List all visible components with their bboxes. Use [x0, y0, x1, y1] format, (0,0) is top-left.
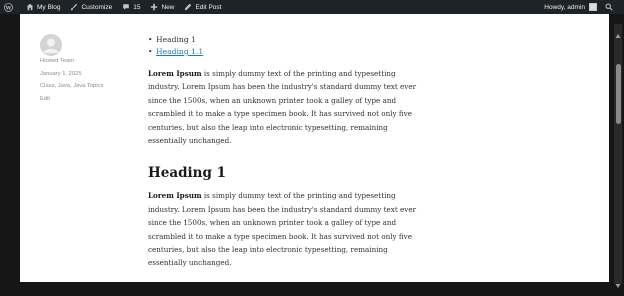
- paragraph-line: is simply dummy text of the printing and…: [201, 69, 396, 78]
- toc-item-link[interactable]: Heading 1.1: [156, 47, 203, 56]
- avatar: [589, 3, 597, 11]
- howdy-label: Howdy, admin: [544, 3, 585, 11]
- paragraph-line: since the 1500s, when an unknown printer…: [148, 218, 397, 228]
- pencil-icon: [184, 3, 192, 11]
- vertical-scrollbar[interactable]: [614, 24, 622, 288]
- comment-icon: [122, 3, 130, 11]
- paragraph-line: centuries, but also the leap into electr…: [148, 122, 388, 132]
- paragraph-lead: Lorem Ipsum: [148, 69, 202, 78]
- toc-item-label: Heading 1: [156, 35, 196, 44]
- my-account-menu[interactable]: Howdy, admin: [539, 0, 600, 14]
- new-content-menu[interactable]: New: [145, 0, 179, 14]
- paragraph-line: is simply dummy text of the printing and…: [201, 191, 396, 201]
- post-page: Hosted Team January 1, 2025 Class, Java,…: [20, 14, 609, 282]
- paragraph-line: since the 1500s, when an unknown printer…: [148, 95, 397, 105]
- svg-text:W: W: [5, 5, 12, 11]
- categories-links[interactable]: Class, Java, Java Topics: [40, 83, 130, 89]
- admin-bar-right: Howdy, admin: [539, 0, 624, 14]
- table-of-contents: Heading 1 Heading 1.1: [148, 34, 438, 58]
- paintbrush-icon: [70, 3, 78, 11]
- paragraph-line: essentially unchanged.: [148, 136, 232, 146]
- paragraph-line: industry. Lorem Ipsum has been the indus…: [148, 82, 417, 92]
- site-name-label: My Blog: [37, 3, 61, 11]
- paragraph-line: industry. Lorem Ipsum has been the indus…: [148, 204, 417, 214]
- site-name-menu[interactable]: My Blog: [21, 0, 65, 14]
- scroll-up-icon[interactable]: [615, 26, 621, 38]
- post-date-link[interactable]: January 1, 2025: [40, 71, 130, 77]
- paragraph-lead: Lorem Ipsum: [148, 191, 202, 201]
- entry-content: Heading 1 Heading 1.1 Lorem Ipsum is sim…: [148, 34, 438, 270]
- comments-count: 15: [133, 3, 141, 11]
- scroll-down-icon[interactable]: [615, 276, 621, 288]
- customize-label: Customize: [81, 3, 113, 11]
- edit-post-label: Edit Post: [195, 3, 222, 11]
- edit-post-link[interactable]: Edit Post: [179, 0, 226, 14]
- edit-link[interactable]: Edit: [40, 96, 130, 102]
- paragraph-line: scrambled it to make a type specimen boo…: [148, 231, 412, 241]
- paragraph-line: essentially unchanged.: [148, 258, 232, 268]
- home-icon: [26, 3, 34, 11]
- wp-logo-menu[interactable]: W: [0, 0, 21, 14]
- toc-item-heading-1[interactable]: Heading 1: [148, 34, 438, 46]
- scrollbar-thumb[interactable]: [615, 64, 621, 124]
- paragraph: Lorem Ipsum is simply dummy text of the …: [148, 189, 438, 269]
- wordpress-icon: W: [4, 2, 13, 12]
- author-avatar: [40, 34, 62, 56]
- search-button[interactable]: [600, 0, 624, 14]
- toc-item-heading-1-1[interactable]: Heading 1.1: [148, 46, 438, 58]
- paragraph-line: centuries, but also the leap into electr…: [148, 245, 388, 255]
- paragraph-line: scrambled it to make a type specimen boo…: [148, 109, 412, 119]
- comments-link[interactable]: 15: [117, 0, 145, 14]
- new-label: New: [161, 3, 175, 11]
- plus-icon: [150, 3, 158, 11]
- search-icon: [605, 3, 613, 11]
- heading-1: Heading 1: [148, 165, 227, 182]
- customize-link[interactable]: Customize: [65, 0, 117, 14]
- paragraph: Lorem Ipsum is simply dummy text of the …: [148, 67, 438, 147]
- author-link[interactable]: Hosted Team: [40, 58, 130, 64]
- entry-meta: Hosted Team January 1, 2025 Class, Java,…: [40, 34, 130, 108]
- admin-bar: W My Blog Customize 15 New Edit Post How…: [0, 0, 624, 14]
